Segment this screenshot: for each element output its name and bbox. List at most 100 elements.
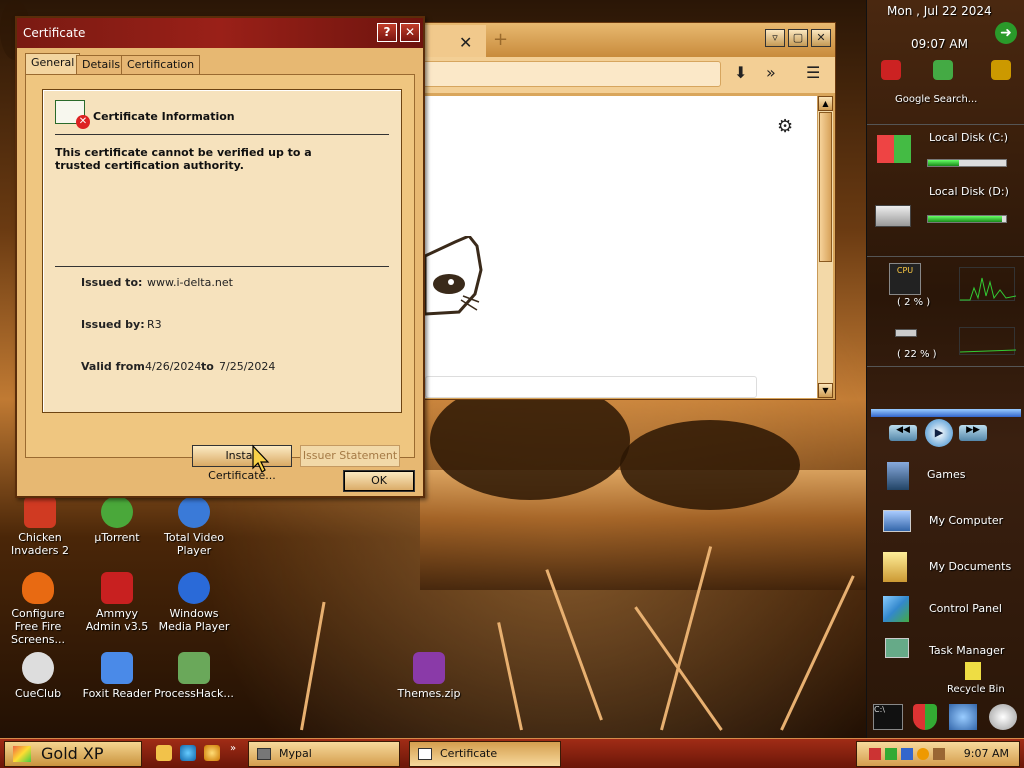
certificate-dialog[interactable]: Certificate ? ✕ General Details Certific… [15,16,425,498]
speaker-icon[interactable] [989,704,1017,730]
install-certificate-button[interactable]: Install Certificate... [192,445,292,482]
tray-icon-2[interactable] [885,748,897,760]
tray-icon-5[interactable] [933,748,945,760]
sidebar-link-control-panel[interactable]: Control Panel [877,594,1017,628]
browser-window[interactable]: ✕ + ▿ ▢ ✕ ⬇ » ☰ ⚙ ▲ ▼ [400,22,836,400]
show-desktop-icon[interactable] [156,745,172,761]
media-progress-bar[interactable] [871,409,1021,417]
power-icon[interactable] [881,60,901,80]
next-arrow-icon[interactable]: ➜ [995,22,1017,44]
desktop-icon-utorrent[interactable]: μTorrent [77,496,157,544]
browser-content: ⚙ [425,96,817,398]
gear-icon[interactable]: ⚙ [777,116,793,137]
disk-d-usage-fill [928,216,1003,222]
google-search-input[interactable]: Google Search... [895,94,977,105]
windows-media-quicklaunch-icon[interactable] [204,745,220,761]
reed-scenery [545,569,603,721]
cpu-gauge-icon: CPU [889,263,921,295]
settings-icon[interactable] [991,60,1011,80]
cueclub-icon [22,652,54,684]
desktop-icon-total-video-player[interactable]: Total Video Player [154,496,234,557]
tree-scenery [620,420,800,510]
chicken-invaders-icon [24,496,56,528]
internet-explorer-icon[interactable] [180,745,196,761]
sidebar-link-recycle-bin[interactable]: Recycle Bin [877,662,1017,696]
tray-icon-4[interactable] [917,748,929,760]
browser-scrollbar[interactable]: ▲ ▼ [817,96,833,398]
mouse-cursor-icon [252,444,270,473]
desktop-icon-chicken-invaders[interactable]: Chicken Invaders 2 [0,496,80,557]
tray-icon-1[interactable] [869,748,881,760]
network-icon[interactable] [933,60,953,80]
desktop-icon-themes-zip[interactable]: Themes.zip [389,652,469,700]
menu-icon[interactable]: ☰ [806,63,820,82]
reed-scenery [634,606,723,731]
dialog-titlebar[interactable]: Certificate ? ✕ [17,18,423,48]
tab-certification-path[interactable]: Certification Path [121,55,201,89]
ok-button[interactable]: OK [343,470,415,492]
windows-media-player-icon [178,572,210,604]
foxit-reader-icon [101,652,133,684]
processhacker-icon [178,652,210,684]
start-button[interactable]: Gold XP [4,741,142,767]
cpu-graph [959,267,1017,301]
desktop-icon-ammyy-admin[interactable]: Ammyy Admin v3.5 [77,572,157,633]
desktop-icon-windows-media-player[interactable]: Windows Media Player [154,572,234,633]
taskbar-item-certificate[interactable]: Certificate [409,741,561,767]
issuer-statement-button[interactable]: Issuer Statement [300,445,400,467]
hard-drive-icon [875,205,911,227]
taskbar-clock[interactable]: 9:07 AM [964,747,1009,760]
fast-forward-icon[interactable]: ▶▶ [959,425,987,441]
new-tab-icon[interactable]: + [493,29,508,50]
recycle-bin-icon [965,662,981,680]
sidebar-link-my-documents[interactable]: My Documents [877,550,1017,584]
total-video-player-icon [178,496,210,528]
play-icon[interactable]: ▶ [925,419,953,447]
desktop-icon-cueclub[interactable]: CueClub [0,652,78,700]
sidebar-gadgets: Mon , Jul 22 2024 09:07 AM ➜ Google Sear… [866,0,1024,738]
command-prompt-icon[interactable]: C:\ [873,704,903,730]
scroll-thumb[interactable] [819,112,832,262]
maximize-button[interactable]: ▢ [788,29,808,47]
taskbar-item-mypal[interactable]: Mypal [248,741,400,767]
url-bar[interactable] [411,61,721,87]
sidebar-link-games[interactable]: Games [877,458,1017,492]
issued-to-value: www.i-delta.net [147,276,233,289]
issued-by-value: R3 [147,318,162,331]
overflow-icon[interactable]: » [766,63,776,82]
dialog-title: Certificate [23,26,86,40]
rewind-icon[interactable]: ◀◀ [889,425,917,441]
page-input-box[interactable] [425,376,757,398]
desktop-icon-fire-screensaver[interactable]: Configure Free Fire Screens... [0,572,78,646]
quicklaunch-chevron-icon[interactable]: » [230,743,236,754]
time-text: 09:07 AM [911,37,968,51]
scroll-up-icon[interactable]: ▲ [818,96,833,111]
minimize-button[interactable]: ▿ [765,29,785,47]
help-button[interactable]: ? [377,23,397,42]
tab-general[interactable]: General [25,53,81,76]
utorrent-icon [101,496,133,528]
mypal-icon [257,748,271,760]
divider [55,266,389,267]
cpu-graph-line [960,277,1017,301]
issued-by-label: Issued by: [81,318,145,331]
scroll-down-icon[interactable]: ▼ [818,383,833,398]
games-icon [887,462,909,490]
close-button[interactable]: ✕ [811,29,831,47]
tab-details[interactable]: Details [76,55,127,75]
sidebar-link-my-computer[interactable]: My Computer [877,506,1017,540]
dialog-close-button[interactable]: ✕ [400,23,420,42]
desktop-icon-foxit-reader[interactable]: Foxit Reader [77,652,157,700]
taskbar: Gold XP » Mypal Certificate 9:07 AM [0,738,1024,768]
control-panel-icon [883,596,909,622]
windows-logo-icon [877,135,911,163]
tab-close-icon[interactable]: ✕ [459,33,472,52]
security-shield-icon[interactable] [913,704,937,730]
download-icon[interactable]: ⬇ [734,63,747,82]
network-connections-icon[interactable] [949,704,977,730]
desktop-icon-processhacker[interactable]: ProcessHack... [154,652,234,700]
reed-scenery [780,575,855,731]
certificate-window-icon [418,748,432,760]
disk-gadget: Local Disk (C:) Local Disk (D:) [867,124,1024,254]
tray-icon-3[interactable] [901,748,913,760]
